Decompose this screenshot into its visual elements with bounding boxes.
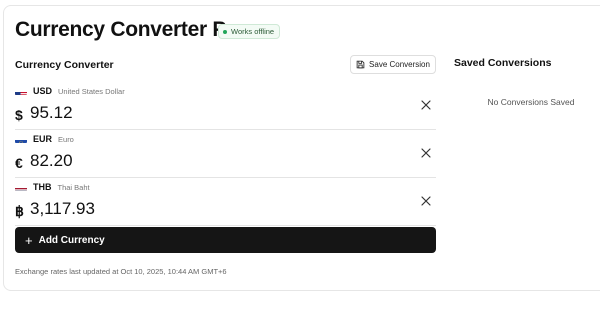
currency-name: Thai Baht — [57, 182, 90, 192]
save-conversion-label: Save Conversion — [369, 60, 430, 69]
offline-badge-label: Works offline — [231, 27, 275, 36]
currency-row-usd: USD United States Dollar $ — [15, 86, 436, 130]
save-icon — [356, 60, 365, 69]
eu-flag-icon — [15, 135, 27, 143]
app-title: Currency Converter Pro — [15, 18, 247, 41]
currency-symbol: ฿ — [15, 203, 24, 219]
offline-badge: Works offline — [218, 24, 281, 39]
saved-empty-state: No Conversions Saved — [487, 97, 575, 107]
remove-currency-close-icon[interactable] — [420, 99, 432, 111]
currency-code: EUR — [33, 134, 53, 144]
amount-input-eur[interactable] — [30, 151, 330, 171]
saved-conversions-title: Saved Conversions — [454, 57, 552, 69]
currency-symbol: $ — [15, 107, 23, 123]
currency-row-eur: EUR Euro € — [15, 134, 436, 178]
amount-input-thb[interactable] — [30, 199, 330, 219]
th-flag-icon — [15, 183, 27, 191]
rates-updated-footnote: Exchange rates last updated at Oct 10, 2… — [15, 267, 227, 276]
currency-code: THB — [33, 182, 52, 192]
save-conversion-button[interactable]: Save Conversion — [350, 55, 436, 74]
plus-icon: + — [25, 232, 33, 248]
remove-currency-close-icon[interactable] — [420, 195, 432, 207]
currency-code: USD — [33, 86, 53, 96]
us-flag-icon — [15, 87, 27, 95]
currency-name: Euro — [58, 134, 74, 144]
currency-row-thb: THB Thai Baht ฿ — [15, 182, 436, 226]
amount-input-usd[interactable] — [30, 103, 330, 123]
converter-section-title: Currency Converter — [15, 59, 114, 71]
remove-currency-close-icon[interactable] — [420, 147, 432, 159]
add-currency-label: Add Currency — [38, 234, 105, 246]
currency-symbol: € — [15, 155, 23, 171]
currency-name: United States Dollar — [58, 86, 125, 96]
add-currency-button[interactable]: + Add Currency — [15, 227, 436, 253]
status-dot-icon — [223, 29, 227, 34]
